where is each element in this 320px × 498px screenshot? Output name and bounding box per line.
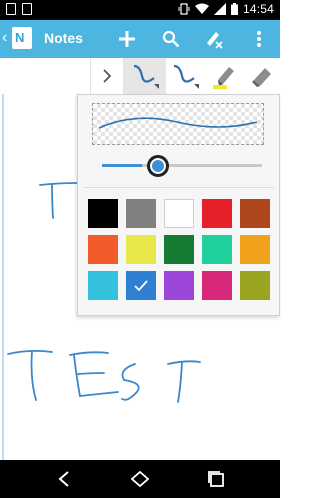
close-ink-button[interactable]: [199, 24, 229, 54]
color-swatch[interactable]: [126, 271, 156, 300]
color-swatch[interactable]: [126, 199, 156, 228]
wifi-icon: [194, 3, 209, 14]
navigation-bar: [0, 460, 280, 498]
pen-stroke-icon: [133, 64, 159, 89]
search-button[interactable]: [156, 24, 186, 54]
thickness-slider-track[interactable]: [102, 164, 262, 167]
home-icon: [131, 470, 149, 488]
status-time: 14:54: [242, 2, 274, 16]
clipboard-icon: [22, 3, 32, 15]
highlighter-tool[interactable]: [204, 58, 244, 94]
back-chevron-icon[interactable]: ‹: [2, 28, 7, 48]
app-bar: ‹ N Notes: [0, 20, 280, 58]
color-swatch[interactable]: [88, 235, 118, 264]
search-icon: [162, 30, 180, 48]
add-button[interactable]: [112, 24, 142, 54]
pen-stroke-icon: [173, 64, 199, 89]
nav-recents-button[interactable]: [204, 468, 228, 490]
color-swatch[interactable]: [240, 199, 270, 228]
overflow-menu-button[interactable]: [244, 24, 274, 54]
thickness-slider-thumb[interactable]: [147, 155, 169, 177]
battery-icon: [230, 3, 238, 15]
logo-letter: N: [15, 30, 25, 45]
pen-settings-panel: [77, 94, 280, 316]
nav-home-button[interactable]: [128, 468, 152, 490]
color-swatch[interactable]: [240, 235, 270, 264]
color-swatch[interactable]: [164, 199, 194, 228]
pen-tool-dark[interactable]: [124, 58, 166, 94]
signal-icon: [213, 3, 226, 15]
color-swatch[interactable]: [164, 271, 194, 300]
panel-divider: [84, 187, 274, 188]
handwriting-test-upper: [39, 182, 78, 219]
color-swatch[interactable]: [202, 199, 232, 228]
pen-toolbar: [0, 58, 280, 94]
color-swatch[interactable]: [88, 271, 118, 300]
chevron-right-icon: [103, 69, 112, 83]
recents-icon: [208, 471, 224, 487]
stroke-preview-curve: [98, 117, 258, 129]
color-swatch-grid: [88, 199, 270, 300]
color-swatch[interactable]: [164, 235, 194, 264]
eraser-icon: [252, 68, 271, 87]
pen-tool-blue[interactable]: [166, 58, 204, 94]
color-swatch[interactable]: [202, 235, 232, 264]
vibrate-icon: [178, 3, 190, 15]
handwriting-test-lower: [7, 349, 201, 403]
stroke-preview: [92, 103, 264, 145]
thickness-slider-fill: [102, 164, 142, 167]
page-title: Notes: [44, 30, 83, 46]
back-icon: [58, 471, 69, 487]
status-bar: 14:54: [0, 0, 280, 20]
color-swatch[interactable]: [240, 271, 270, 300]
check-icon: [134, 279, 148, 291]
color-swatch[interactable]: [202, 271, 232, 300]
nav-back-button[interactable]: [52, 468, 76, 490]
toolbar-collapse-button[interactable]: [90, 58, 124, 94]
overflow-menu-icon: [257, 31, 261, 47]
color-swatch[interactable]: [88, 199, 118, 228]
add-icon: [119, 31, 135, 47]
pen-close-icon: [207, 32, 223, 49]
notification-box-icon: [6, 3, 16, 15]
color-swatch[interactable]: [126, 235, 156, 264]
app-logo[interactable]: N: [12, 27, 32, 49]
highlighter-icon: [213, 67, 234, 89]
eraser-tool[interactable]: [244, 58, 280, 94]
